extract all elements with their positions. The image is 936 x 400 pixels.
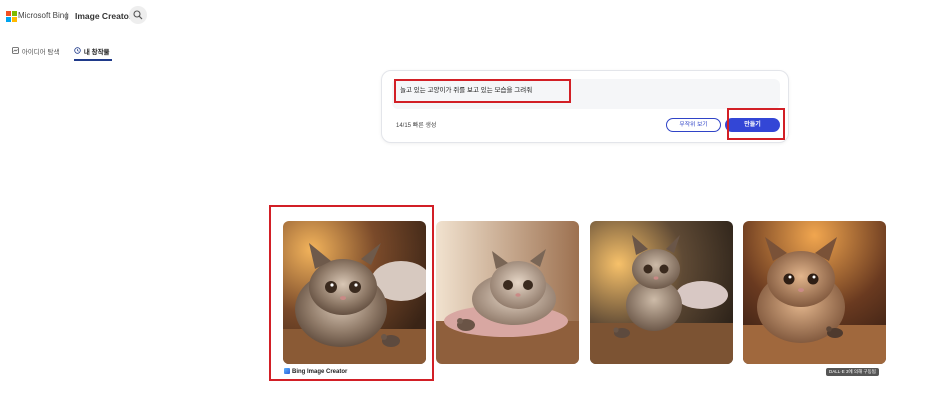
- result-image-2[interactable]: [436, 221, 579, 364]
- cat-photo-2: [436, 221, 579, 364]
- result-image-4[interactable]: [743, 221, 886, 364]
- prompt-highlight-box: [394, 79, 571, 103]
- microsoft-logo-icon: [6, 11, 17, 22]
- bing-image-creator-icon: [284, 368, 290, 375]
- product-title[interactable]: Image Creator: [75, 10, 132, 22]
- tab-my-creations-label: 내 창작물: [83, 49, 110, 57]
- credit-text: Bing Image Creator: [292, 369, 348, 375]
- history-icon: [74, 47, 82, 58]
- active-tab-indicator: [74, 59, 112, 61]
- tab-explore-label: 아이디어 탐색: [21, 49, 60, 57]
- tab-explore-ideas[interactable]: 아이디어 탐색: [12, 47, 60, 61]
- cat-photo-3: [590, 221, 733, 364]
- dalle-badge: DALL·E 3에 의해 구동됨: [826, 368, 879, 376]
- boost-count: 14/15 빠른 생성: [396, 123, 437, 129]
- brand-name[interactable]: Microsoft Bing: [18, 10, 69, 22]
- search-button[interactable]: [129, 6, 147, 24]
- explore-icon: [12, 47, 20, 58]
- search-icon: [133, 10, 143, 20]
- image-credit: Bing Image Creator: [284, 368, 347, 376]
- result-image-3[interactable]: [590, 221, 733, 364]
- header-divider: [66, 12, 67, 20]
- surprise-me-button[interactable]: 무작위 보기: [666, 118, 721, 132]
- create-highlight-box: [727, 108, 785, 140]
- image-highlight-box: [269, 205, 434, 381]
- cat-photo-4: [743, 221, 886, 364]
